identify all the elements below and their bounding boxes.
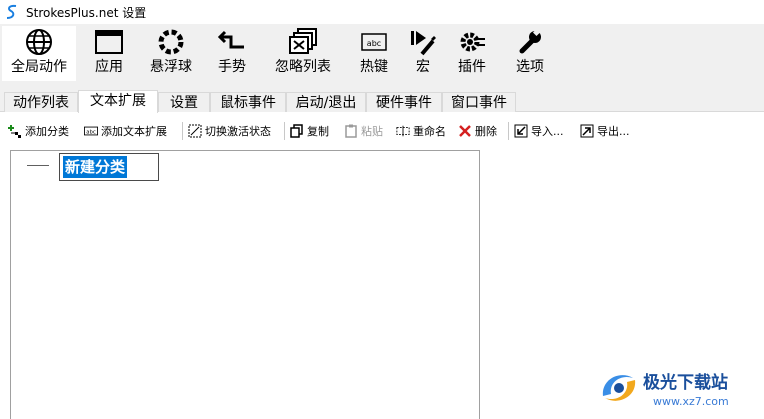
toolbar-gestures-button[interactable]: 手势: [212, 26, 252, 81]
paste-label: 粘贴: [361, 125, 383, 138]
gesture-arrow-icon: [217, 26, 247, 58]
window-icon: [94, 26, 124, 58]
svg-text:abc: abc: [86, 130, 96, 136]
toolbar-separator: [284, 122, 285, 140]
settings-tabs: 动作列表 文本扩展 设置 鼠标事件 启动/退出 硬件事件 窗口事件: [0, 90, 764, 113]
copy-label: 复制: [307, 125, 329, 138]
keyboard-abc-icon: abc: [360, 26, 388, 58]
rename-button[interactable]: 重命名: [396, 120, 446, 142]
export-arrow-icon: [580, 124, 594, 138]
macro-play-icon: [408, 26, 438, 58]
import-button[interactable]: 导入...: [514, 120, 564, 142]
stacked-windows-icon: [286, 26, 320, 58]
watermark-title: 极光下载站: [643, 373, 728, 393]
category-tree[interactable]: 新建分类: [10, 150, 480, 419]
globe-icon: [24, 26, 54, 58]
toolbar-ignore-list-button[interactable]: 忽略列表: [268, 26, 338, 81]
toolbar-label: 应用: [95, 59, 123, 75]
toolbar-options-button[interactable]: 选项: [508, 26, 552, 81]
import-arrow-icon: [514, 124, 528, 138]
toolbar-plugins-button[interactable]: 插件: [452, 26, 492, 81]
tab-hardware-events[interactable]: 硬件事件: [366, 92, 442, 112]
add-category-button[interactable]: 添加分类: [8, 120, 69, 142]
toggle-active-label: 切换激活状态: [205, 125, 271, 138]
abc-box-icon: abc: [84, 124, 98, 138]
paste-button[interactable]: 粘贴: [344, 120, 383, 142]
node-rename-selected-text: 新建分类: [63, 156, 128, 178]
toolbar-label: 插件: [458, 59, 486, 75]
tab-mouse-events[interactable]: 鼠标事件: [210, 92, 286, 112]
add-text-expansion-label: 添加文本扩展: [101, 125, 167, 138]
toolbar-label: 热键: [360, 59, 388, 75]
add-category-label: 添加分类: [25, 125, 69, 138]
toolbar-hotkeys-button[interactable]: abc 热键: [354, 26, 394, 81]
tab-settings[interactable]: 设置: [158, 92, 210, 112]
copy-icon: [290, 124, 304, 138]
toolbar-floater-button[interactable]: 悬浮球: [144, 26, 198, 81]
svg-text:abc: abc: [367, 39, 381, 48]
sub-toolbar: 添加分类 abc 添加文本扩展 切换激活状态 复制 粘贴 重命名 删除 导入..…: [0, 120, 764, 142]
node-rename-input[interactable]: 新建分类: [59, 153, 159, 181]
ring-icon: [156, 26, 186, 58]
toolbar-label: 全局动作: [11, 59, 67, 75]
toolbar-label: 悬浮球: [150, 59, 192, 75]
toolbar-separator: [508, 122, 509, 140]
toolbar-separator: [182, 122, 183, 140]
toolbar-label: 忽略列表: [275, 59, 331, 75]
toolbar-label: 宏: [416, 59, 430, 75]
toolbar-apps-button[interactable]: 应用: [86, 26, 132, 81]
toggle-active-button[interactable]: 切换激活状态: [188, 120, 271, 142]
app-logo-icon: [4, 4, 20, 20]
rename-icon: [396, 124, 410, 138]
tab-window-events[interactable]: 窗口事件: [442, 92, 516, 112]
delete-label: 删除: [475, 125, 497, 138]
toolbar-label: 手势: [218, 59, 246, 75]
paste-icon: [344, 124, 358, 138]
toolbar-macros-button[interactable]: 宏: [406, 26, 440, 81]
copy-button[interactable]: 复制: [290, 120, 329, 142]
wrench-icon: [515, 26, 545, 58]
add-tree-icon: [8, 124, 22, 138]
tab-text-expansion[interactable]: 文本扩展: [78, 90, 158, 113]
tab-startup-exit[interactable]: 启动/退出: [286, 92, 366, 112]
toggle-icon: [188, 124, 202, 138]
watermark: 极光下载站 www.xz7.com: [597, 362, 764, 419]
tab-action-list[interactable]: 动作列表: [4, 92, 78, 112]
toolbar-global-actions-button[interactable]: 全局动作: [2, 26, 76, 81]
export-button[interactable]: 导出...: [580, 120, 630, 142]
main-toolbar: 全局动作 应用 悬浮球 手势 忽略列表 abc 热键 宏 插件 选项: [0, 24, 764, 84]
window-title: StrokesPlus.net 设置: [26, 5, 147, 20]
import-label: 导入...: [531, 125, 564, 138]
tree-connector-line: [27, 165, 49, 166]
watermark-url: www.xz7.com: [653, 395, 729, 408]
delete-button[interactable]: 删除: [458, 120, 497, 142]
add-text-expansion-button[interactable]: abc 添加文本扩展: [84, 120, 167, 142]
delete-x-icon: [458, 124, 472, 138]
watermark-logo-icon: [602, 375, 636, 401]
text-expansion-panel: 添加分类 abc 添加文本扩展 切换激活状态 复制 粘贴 重命名 删除 导入..…: [0, 112, 764, 419]
title-bar: StrokesPlus.net 设置: [0, 0, 764, 24]
export-label: 导出...: [597, 125, 630, 138]
plugin-gear-icon: [457, 26, 487, 58]
rename-label: 重命名: [413, 125, 446, 138]
toolbar-label: 选项: [516, 59, 544, 75]
